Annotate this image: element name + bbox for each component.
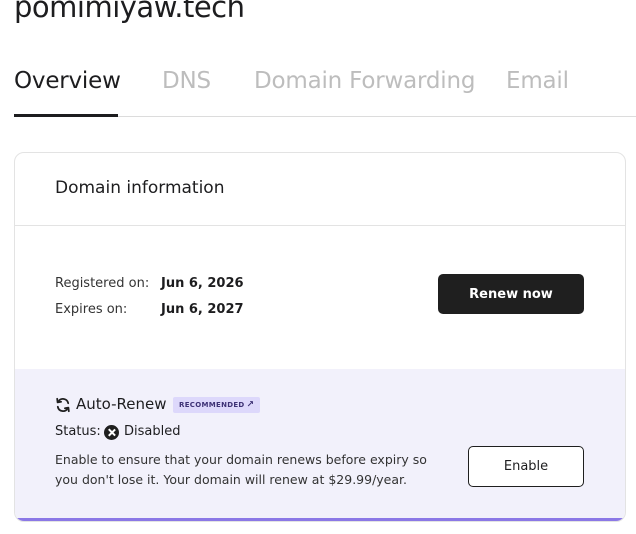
recommended-badge[interactable]: RECOMMENDED ↗ xyxy=(173,397,261,413)
renew-now-button[interactable]: Renew now xyxy=(438,274,584,314)
tab-bar: Overview DNS Domain Forwarding Email xyxy=(14,60,636,117)
card-title: Domain information xyxy=(55,178,225,198)
tab-dns[interactable]: DNS xyxy=(162,68,211,94)
domain-information-card: Domain information Registered on: Jun 6,… xyxy=(14,152,626,522)
accent-bar xyxy=(15,518,625,521)
tab-overview[interactable]: Overview xyxy=(14,68,121,94)
status-value: Disabled xyxy=(124,424,181,439)
auto-renew-section: Auto-Renew RECOMMENDED ↗ Status: Disabled… xyxy=(15,369,625,521)
tab-domain-forwarding[interactable]: Domain Forwarding xyxy=(254,68,475,94)
active-tab-indicator xyxy=(14,114,118,117)
enable-button[interactable]: Enable xyxy=(468,446,584,487)
registered-value: Jun 6, 2026 xyxy=(161,276,244,291)
card-header: Domain information xyxy=(15,153,625,226)
auto-renew-title: Auto-Renew xyxy=(76,395,167,413)
external-link-icon: ↗ xyxy=(246,400,255,410)
expires-label: Expires on: xyxy=(55,302,128,317)
badge-label: RECOMMENDED xyxy=(179,401,245,409)
auto-renew-description: Enable to ensure that your domain renews… xyxy=(55,452,427,487)
page-title: pomimiyaw.tech xyxy=(14,0,245,24)
refresh-icon xyxy=(56,397,70,413)
registered-label: Registered on: xyxy=(55,276,150,291)
tab-email[interactable]: Email xyxy=(506,68,569,94)
status-label: Status: xyxy=(55,424,101,439)
domain-detail-page: pomimiyaw.tech Overview DNS Domain Forwa… xyxy=(0,0,636,534)
x-circle-icon xyxy=(104,425,119,440)
status-row: Status: Disabled xyxy=(55,424,180,440)
expires-value: Jun 6, 2027 xyxy=(161,302,244,317)
